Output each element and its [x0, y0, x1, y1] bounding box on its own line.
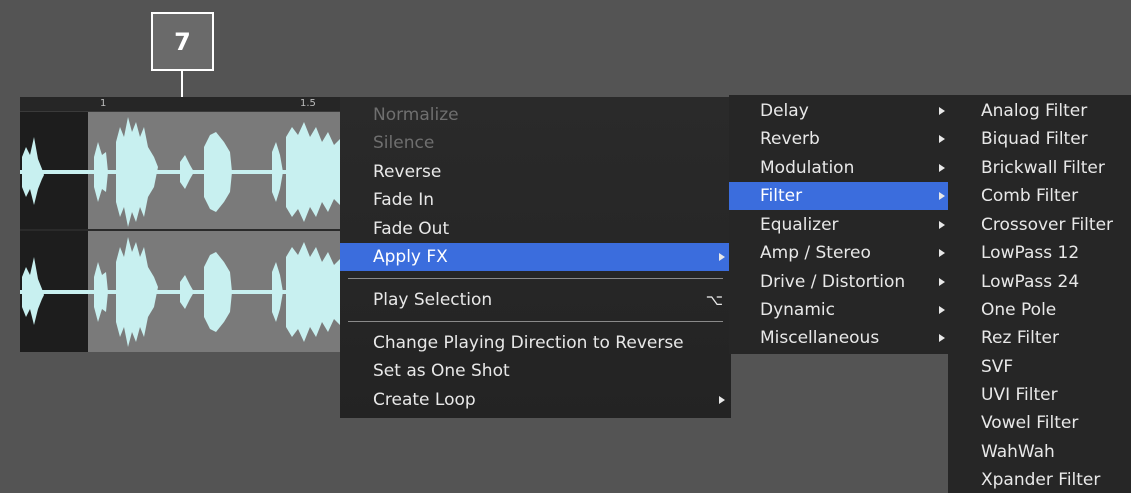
- menu-item-reverse[interactable]: Reverse: [340, 158, 731, 186]
- menu-item-label: One Pole: [981, 300, 1057, 320]
- fx-item-dynamic[interactable]: Dynamic: [729, 296, 952, 324]
- step-callout-badge: 7: [151, 12, 214, 71]
- menu-item-label: Filter: [760, 186, 803, 206]
- menu-item-label: LowPass 12: [981, 243, 1080, 263]
- menu-item-label: WahWah: [981, 442, 1055, 462]
- fx-category-submenu: Delay Reverb Modulation Filter Equalizer…: [729, 95, 952, 354]
- menu-item-fade-in[interactable]: Fade In: [340, 186, 731, 214]
- filter-item[interactable]: LowPass 24: [948, 268, 1131, 296]
- filter-item[interactable]: Xpander Filter: [948, 466, 1131, 493]
- menu-item-label: Apply FX: [373, 247, 448, 267]
- menu-item-create-loop[interactable]: Create Loop: [340, 386, 731, 414]
- submenu-arrow-icon: [939, 306, 945, 314]
- filter-item[interactable]: WahWah: [948, 438, 1131, 466]
- filter-item[interactable]: Comb Filter: [948, 182, 1131, 210]
- menu-item-label: Change Playing Direction to Reverse: [373, 333, 684, 353]
- filter-item[interactable]: Crossover Filter: [948, 211, 1131, 239]
- menu-separator: [348, 321, 723, 322]
- submenu-arrow-icon: [939, 164, 945, 172]
- submenu-arrow-icon: [939, 249, 945, 257]
- menu-item-label: Dynamic: [760, 300, 835, 320]
- menu-item-label: Normalize: [373, 105, 459, 125]
- menu-item-fade-out[interactable]: Fade Out: [340, 215, 731, 243]
- menu-item-label: Silence: [373, 133, 435, 153]
- submenu-arrow-icon: [939, 192, 945, 200]
- menu-item-change-direction[interactable]: Change Playing Direction to Reverse: [340, 329, 731, 357]
- menu-item-label: UVI Filter: [981, 385, 1058, 405]
- submenu-arrow-icon: [939, 135, 945, 143]
- option-key-shortcut-icon: ⌥: [705, 291, 723, 309]
- menu-item-label: Crossover Filter: [981, 215, 1114, 235]
- filter-item[interactable]: SVF: [948, 353, 1131, 381]
- menu-item-label: Play Selection: [373, 290, 493, 310]
- menu-item-label: Rez Filter: [981, 328, 1059, 348]
- menu-item-label: Equalizer: [760, 215, 839, 235]
- menu-item-label: Brickwall Filter: [981, 158, 1105, 178]
- menu-item-label: Modulation: [760, 158, 855, 178]
- submenu-arrow-icon: [939, 278, 945, 286]
- menu-item-label: LowPass 24: [981, 272, 1080, 292]
- menu-item-label: Fade Out: [373, 219, 450, 239]
- menu-separator: [348, 278, 723, 279]
- waveform-context-menu: Normalize Silence Reverse Fade In Fade O…: [340, 97, 731, 418]
- waveform-editor[interactable]: 1 1.5: [20, 97, 342, 352]
- menu-item-label: Biquad Filter: [981, 129, 1088, 149]
- menu-item-set-one-shot[interactable]: Set as One Shot: [340, 357, 731, 385]
- menu-item-normalize[interactable]: Normalize: [340, 101, 731, 129]
- menu-item-label: Delay: [760, 101, 809, 121]
- filter-item[interactable]: Rez Filter: [948, 324, 1131, 352]
- fx-item-reverb[interactable]: Reverb: [729, 125, 952, 153]
- menu-item-play-selection[interactable]: Play Selection ⌥: [340, 286, 731, 314]
- menu-item-label: Comb Filter: [981, 186, 1079, 206]
- fx-item-miscellaneous[interactable]: Miscellaneous: [729, 324, 952, 352]
- filter-item[interactable]: Biquad Filter: [948, 125, 1131, 153]
- submenu-arrow-icon: [939, 221, 945, 229]
- fx-item-filter[interactable]: Filter: [729, 182, 952, 210]
- filter-submenu: Analog Filter Biquad Filter Brickwall Fi…: [948, 95, 1131, 493]
- filter-item[interactable]: LowPass 12: [948, 239, 1131, 267]
- fx-item-drive-distortion[interactable]: Drive / Distortion: [729, 268, 952, 296]
- menu-item-label: Amp / Stereo: [760, 243, 871, 263]
- menu-item-label: Vowel Filter: [981, 413, 1079, 433]
- submenu-arrow-icon: [719, 253, 725, 261]
- filter-item[interactable]: One Pole: [948, 296, 1131, 324]
- filter-item[interactable]: UVI Filter: [948, 381, 1131, 409]
- menu-item-label: Analog Filter: [981, 101, 1088, 121]
- submenu-arrow-icon: [939, 107, 945, 115]
- menu-item-label: Miscellaneous: [760, 328, 880, 348]
- menu-item-label: SVF: [981, 357, 1014, 377]
- menu-item-label: Xpander Filter: [981, 470, 1101, 490]
- fx-item-amp-stereo[interactable]: Amp / Stereo: [729, 239, 952, 267]
- filter-item[interactable]: Analog Filter: [948, 97, 1131, 125]
- filter-item[interactable]: Vowel Filter: [948, 409, 1131, 437]
- menu-item-label: Drive / Distortion: [760, 272, 906, 292]
- waveform-graphic: [20, 117, 342, 347]
- menu-item-label: Create Loop: [373, 390, 476, 410]
- filter-item[interactable]: Brickwall Filter: [948, 154, 1131, 182]
- fx-item-modulation[interactable]: Modulation: [729, 154, 952, 182]
- menu-item-apply-fx[interactable]: Apply FX: [340, 243, 731, 271]
- menu-item-label: Set as One Shot: [373, 361, 510, 381]
- menu-item-silence[interactable]: Silence: [340, 129, 731, 157]
- menu-item-label: Fade In: [373, 190, 435, 210]
- menu-item-label: Reverb: [760, 129, 820, 149]
- submenu-arrow-icon: [719, 396, 725, 404]
- fx-item-delay[interactable]: Delay: [729, 97, 952, 125]
- fx-item-equalizer[interactable]: Equalizer: [729, 211, 952, 239]
- submenu-arrow-icon: [939, 334, 945, 342]
- menu-item-label: Reverse: [373, 162, 442, 182]
